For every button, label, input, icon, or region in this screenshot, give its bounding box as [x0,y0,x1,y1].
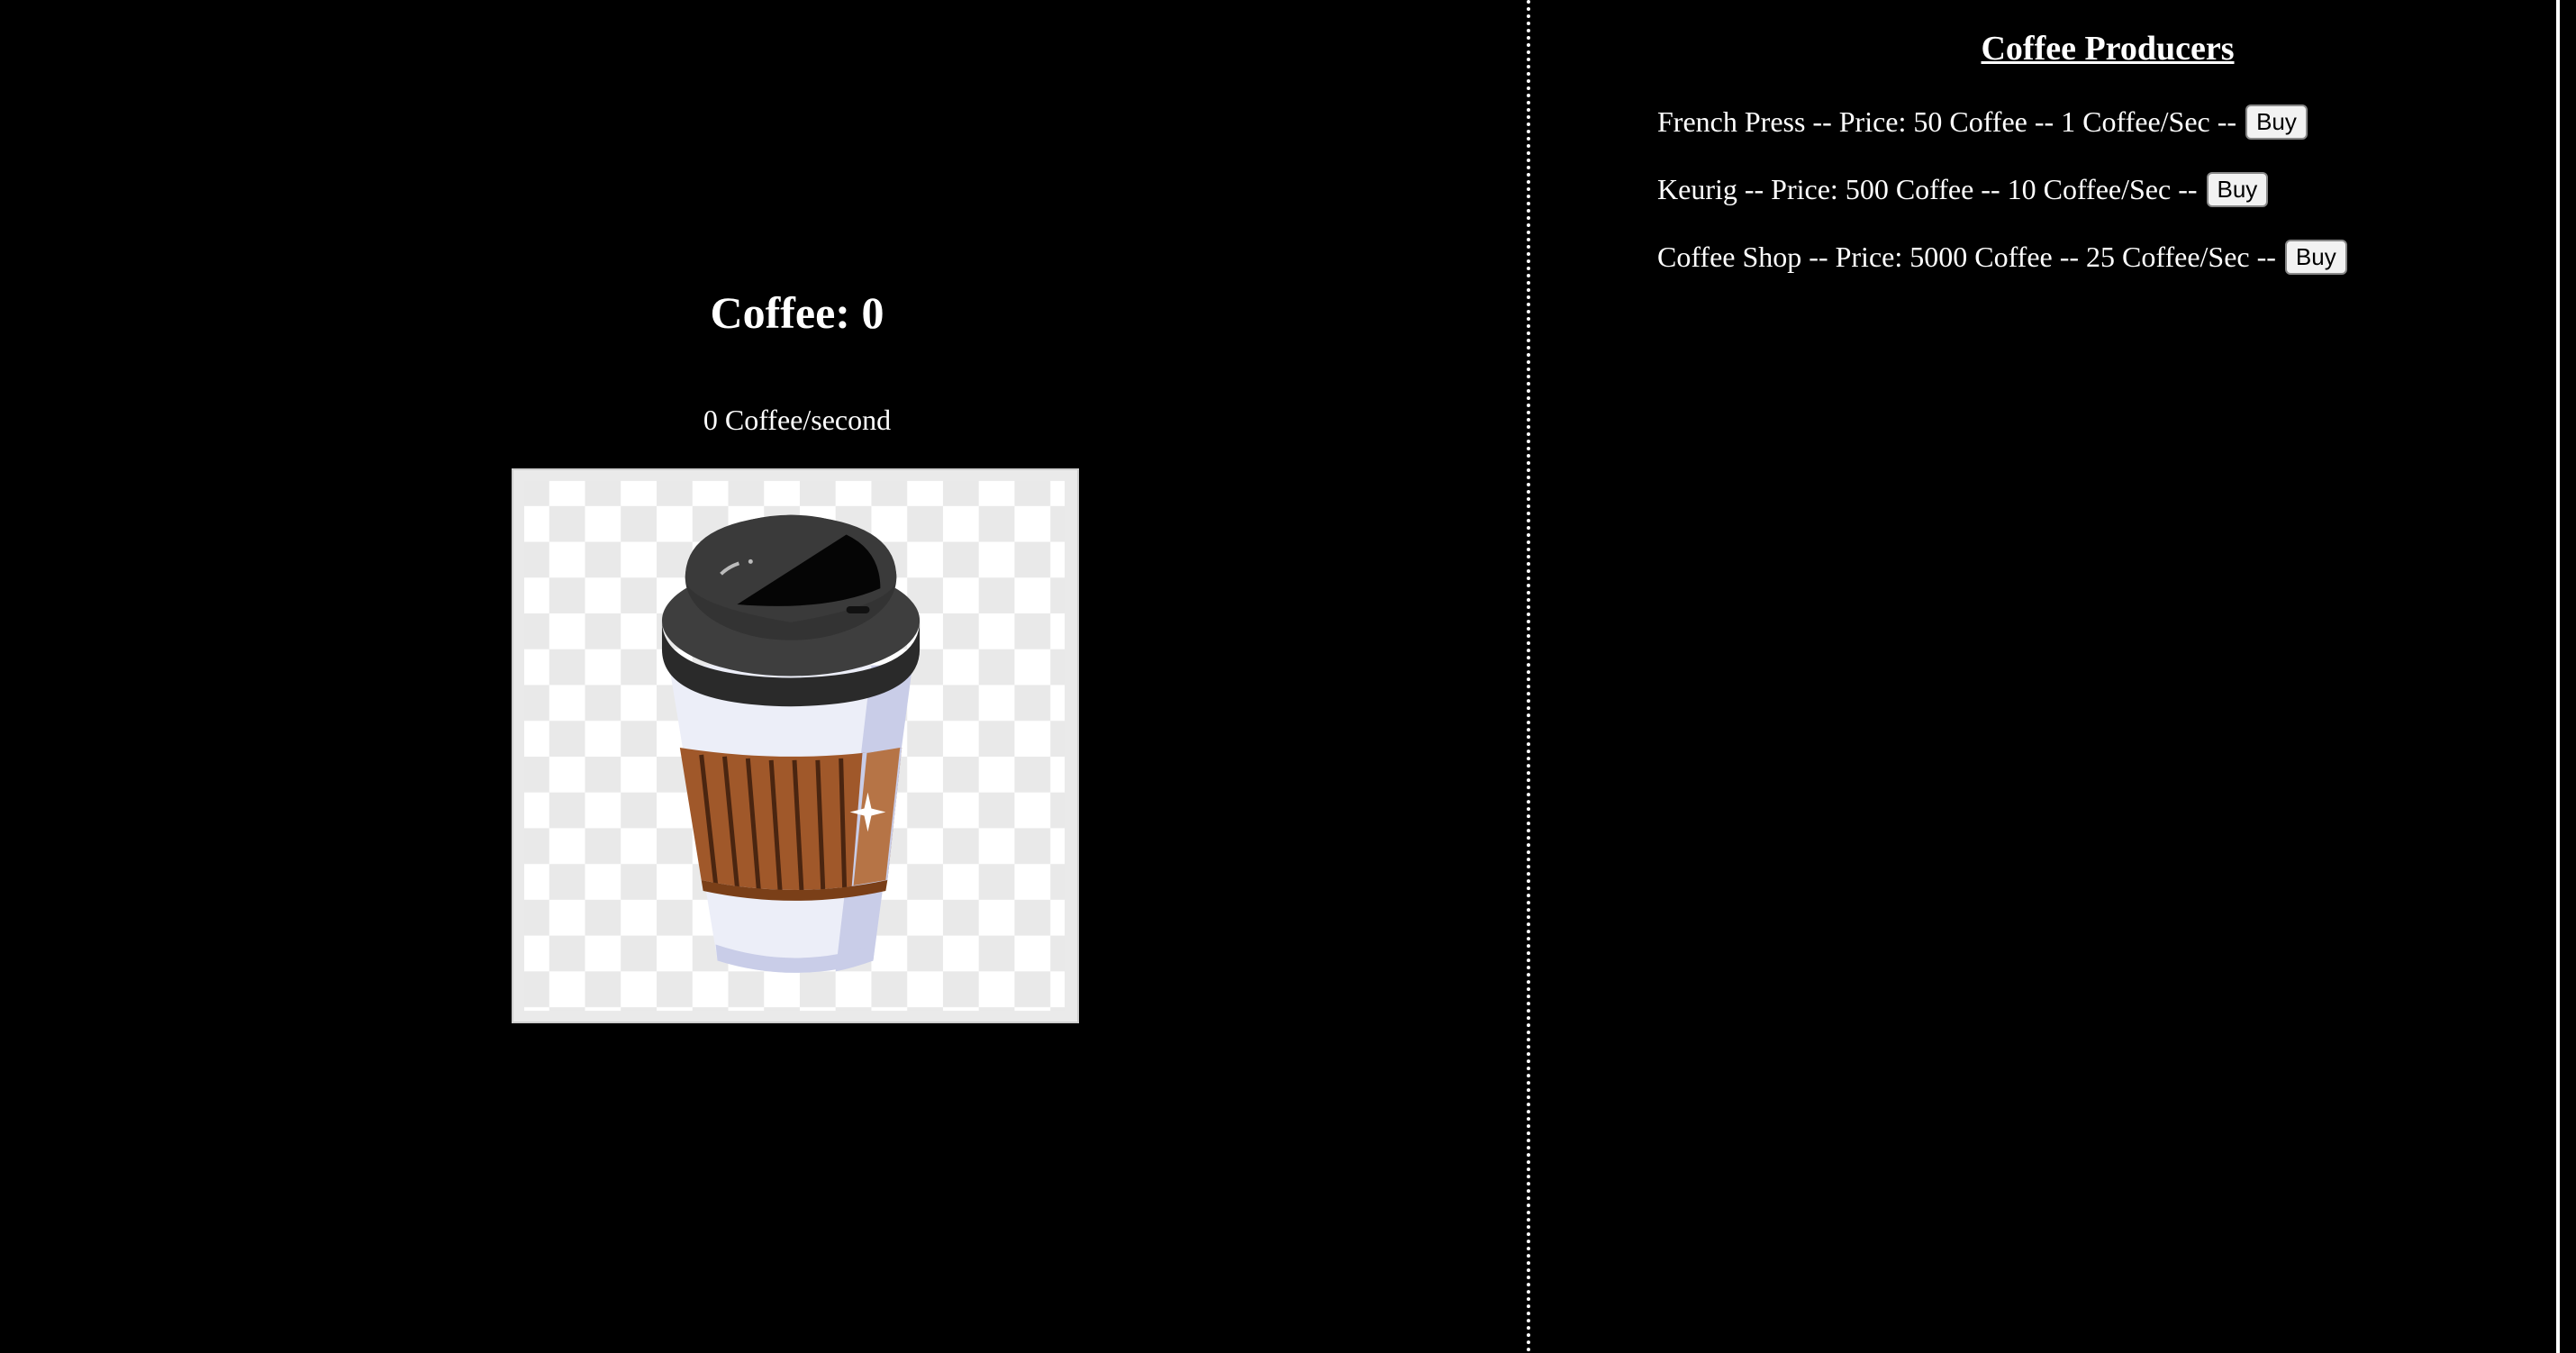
producer-label: Coffee Shop -- Price: 5000 Coffee -- 25 … [1657,240,2276,273]
producer-label: Keurig -- Price: 500 Coffee -- 10 Coffee… [1657,172,2198,205]
buy-keurig-button[interactable]: Buy [2206,172,2269,207]
page: Coffee: 0 0 Coffee/second Coffee Produce… [0,0,2576,1353]
panel-divider [1527,0,1530,1353]
producer-coffee-shop: Coffee Shop -- Price: 5000 Coffee -- 25 … [1657,240,2347,275]
coffee-cup-button[interactable] [512,468,1079,1023]
coffee-rate: 0 Coffee/second [703,404,892,436]
producer-label: French Press -- Price: 50 Coffee -- 1 Co… [1657,104,2237,138]
producer-keurig: Keurig -- Price: 500 Coffee -- 10 Coffee… [1657,172,2269,207]
buy-french-press-button[interactable]: Buy [2245,104,2308,140]
coffee-counter: Coffee: 0 [710,287,884,338]
producers-panel: Coffee Producers French Press -- Price: … [1531,0,2558,1353]
producer-french-press: French Press -- Price: 50 Coffee -- 1 Co… [1657,104,2308,140]
window-edge [2556,0,2560,1353]
coffee-cup-icon [513,470,1077,1022]
producers-title: Coffee Producers [1981,30,2235,68]
coffee-clicker-panel: Coffee: 0 0 Coffee/second [0,0,1527,1353]
buy-coffee-shop-button[interactable]: Buy [2284,240,2347,275]
